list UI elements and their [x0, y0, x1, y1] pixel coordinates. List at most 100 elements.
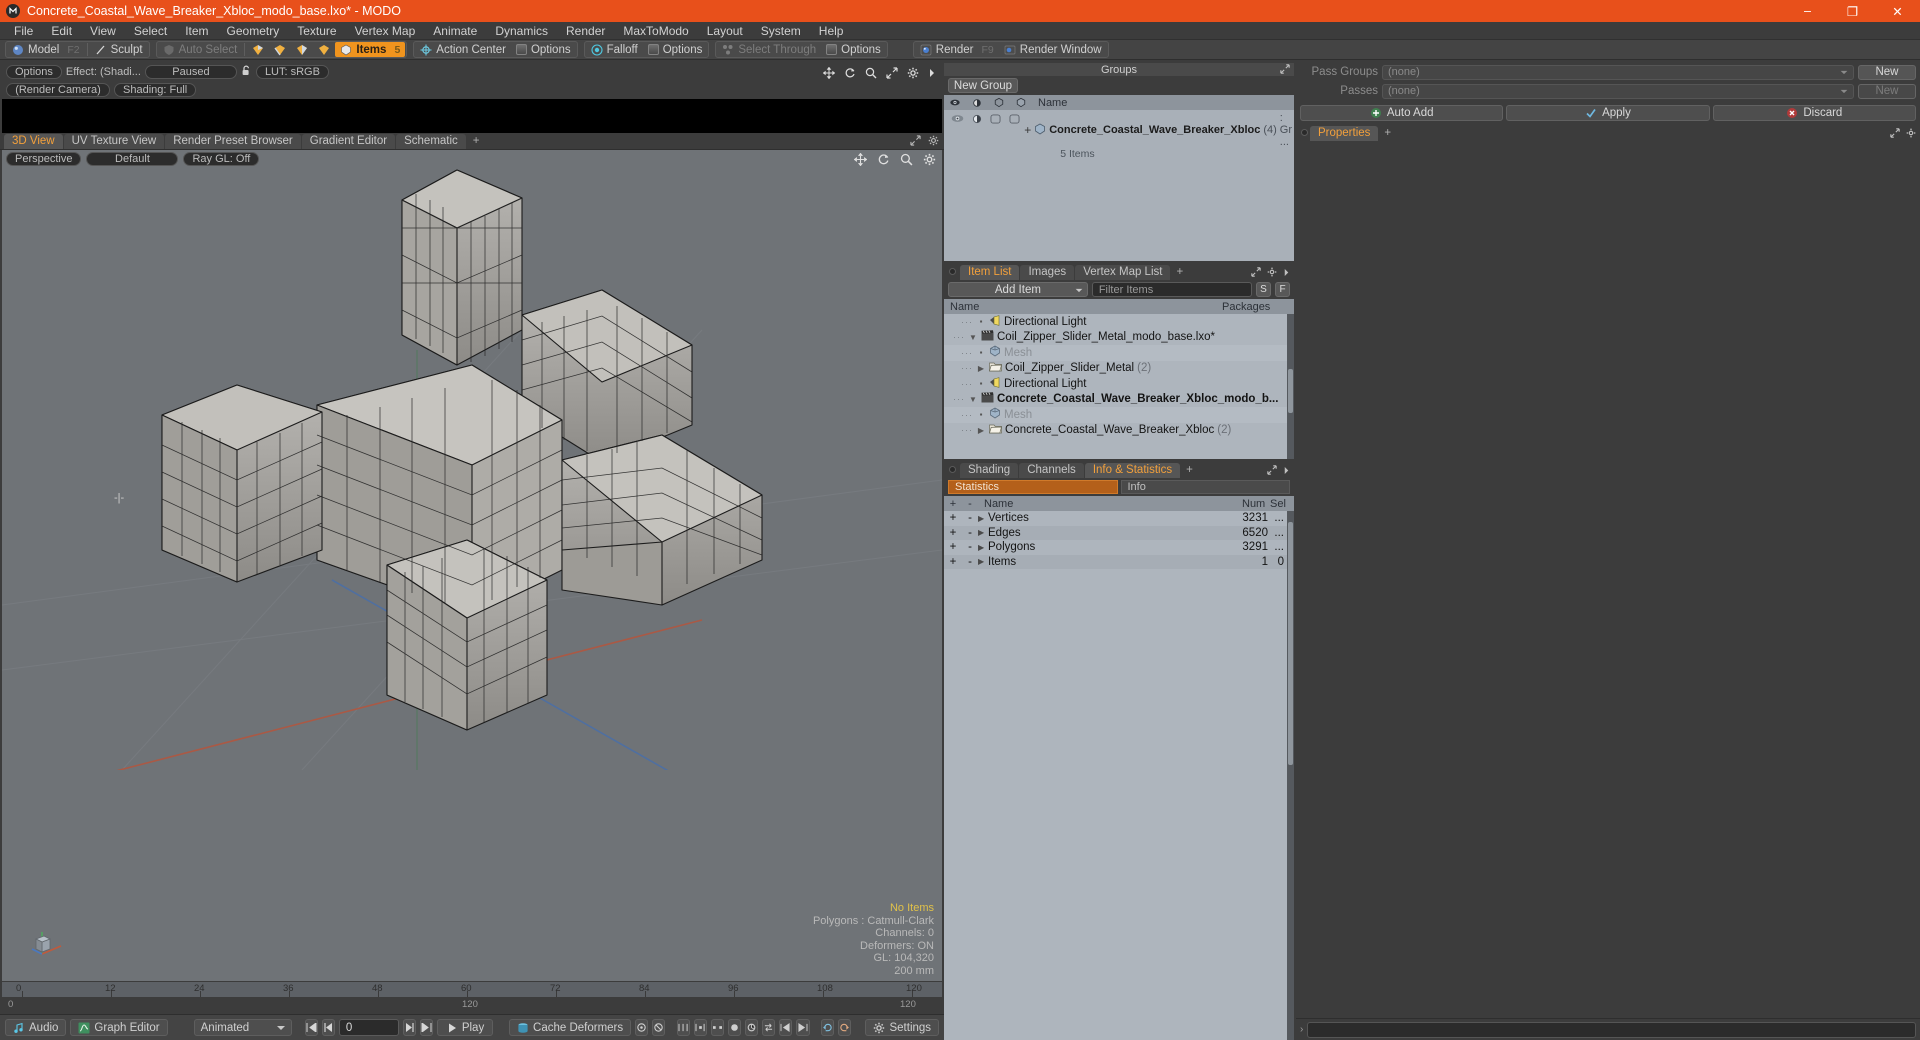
- menu-item-help[interactable]: Help: [810, 22, 853, 40]
- menu-item-system[interactable]: System: [752, 22, 810, 40]
- statistics-row[interactable]: + - ▶ Vertices 3231...: [944, 511, 1294, 526]
- stat-add-button[interactable]: +: [944, 541, 962, 553]
- fit-icon[interactable]: [886, 67, 898, 79]
- tab-channels[interactable]: Channels: [1019, 463, 1084, 478]
- go-to-start-button[interactable]: [304, 1019, 318, 1036]
- properties-body[interactable]: [1296, 141, 1920, 1018]
- stat-remove-button[interactable]: -: [962, 527, 978, 539]
- groups-row[interactable]: + Concrete_Coastal_Wave_Breaker_Xbloc (4):…: [944, 110, 1294, 160]
- menu-item-item[interactable]: Item: [176, 22, 217, 40]
- group-poly-toggle[interactable]: [986, 111, 1005, 124]
- statistics-tab-field[interactable]: Statistics: [948, 480, 1118, 494]
- filter-s-button[interactable]: S: [1256, 282, 1271, 297]
- autokey-button[interactable]: [745, 1019, 759, 1036]
- info-tab-field[interactable]: Info: [1120, 480, 1290, 494]
- key-delete-button[interactable]: [652, 1019, 666, 1036]
- range-end-button[interactable]: [796, 1019, 810, 1036]
- sculpt-mode-button[interactable]: Sculpt: [90, 42, 148, 57]
- menu-item-animate[interactable]: Animate: [424, 22, 486, 40]
- preview-effect-label[interactable]: Effect: (Shadi...: [66, 66, 141, 78]
- next-frame-button[interactable]: [402, 1019, 416, 1036]
- menu-item-edit[interactable]: Edit: [42, 22, 81, 40]
- item-list-row[interactable]: ··· ▼ Concrete_Coastal_Wave_Breaker_Xbloc_…: [944, 392, 1294, 408]
- tab-images[interactable]: Images: [1020, 265, 1075, 280]
- statistics-row[interactable]: + - ▶ Items 1 0: [944, 554, 1294, 569]
- filter-items-input[interactable]: Filter Items: [1091, 282, 1252, 297]
- tab-properties[interactable]: Properties: [1310, 126, 1379, 141]
- gear-icon[interactable]: [1906, 127, 1916, 141]
- discard-button[interactable]: Discard: [1712, 105, 1916, 121]
- tab-shading[interactable]: Shading: [960, 463, 1019, 478]
- stat-add-button[interactable]: +: [944, 556, 962, 568]
- pass-groups-dropdown[interactable]: (none): [1382, 64, 1854, 80]
- pan-icon[interactable]: [823, 67, 835, 79]
- shading-button[interactable]: Shading: Full: [114, 83, 197, 97]
- render-window-button[interactable]: Render Window: [999, 42, 1107, 57]
- new-group-button[interactable]: New Group: [948, 78, 1018, 93]
- group-expander[interactable]: +: [1024, 123, 1031, 137]
- tree-twisty[interactable]: ▼: [968, 333, 978, 342]
- add-item-button[interactable]: Add Item: [948, 282, 1088, 297]
- tab-add-button[interactable]: +: [1379, 126, 1396, 141]
- item-list-scrollbar[interactable]: [1287, 314, 1294, 459]
- menu-item-dynamics[interactable]: Dynamics: [486, 22, 557, 40]
- menu-item-texture[interactable]: Texture: [288, 22, 345, 40]
- statistics-row[interactable]: + - ▶ Edges 6520...: [944, 525, 1294, 540]
- play-button[interactable]: Play: [437, 1019, 494, 1036]
- menu-item-file[interactable]: File: [5, 22, 42, 40]
- panel-menu-dot-icon[interactable]: [949, 268, 956, 275]
- command-input[interactable]: [1307, 1021, 1916, 1038]
- statistics-row[interactable]: + - ▶ Polygons 3291...: [944, 540, 1294, 555]
- chevron-right-icon[interactable]: [928, 68, 936, 78]
- menu-item-layout[interactable]: Layout: [698, 22, 752, 40]
- item-list-row[interactable]: ··· ▪ Mesh: [944, 407, 1294, 423]
- vertex-mode-button[interactable]: [247, 42, 269, 57]
- preview-lut-button[interactable]: LUT: sRGB: [255, 65, 329, 79]
- preview-options-button[interactable]: Options: [6, 65, 62, 79]
- cache-deformers-button[interactable]: Cache Deformers: [509, 1019, 632, 1036]
- item-list-row[interactable]: ··· ▶ Coil_Zipper_Slider_Metal (2): [944, 361, 1294, 377]
- 3d-viewport[interactable]: Perspective Default Ray GL: Off No Items…: [2, 150, 942, 981]
- redo-button[interactable]: [838, 1019, 852, 1036]
- passes-dropdown[interactable]: (none): [1382, 83, 1854, 99]
- tab-item-list[interactable]: Item List: [960, 265, 1020, 280]
- zoom-icon[interactable]: [865, 67, 877, 79]
- apply-button[interactable]: Apply: [1506, 105, 1710, 121]
- animated-dropdown[interactable]: Animated: [193, 1019, 292, 1036]
- viewport-tab-3d-view[interactable]: 3D View: [4, 134, 63, 149]
- raygl-button[interactable]: Ray GL: Off: [183, 152, 260, 166]
- graph-editor-button[interactable]: Graph Editor: [70, 1019, 168, 1036]
- stat-add-button[interactable]: +: [944, 512, 962, 524]
- stat-remove-button[interactable]: -: [962, 541, 978, 553]
- model-mode-button[interactable]: Model F2: [7, 42, 85, 57]
- item-list-row[interactable]: ··· ▪ Directional Light: [944, 314, 1294, 330]
- default-button[interactable]: Default: [86, 152, 179, 166]
- timeline[interactable]: 0 12 24 36 48 60 72 84 96 108 120 0 120 120: [2, 982, 942, 1014]
- edge-mode-button[interactable]: [269, 42, 291, 57]
- rotate-icon[interactable]: [877, 153, 890, 169]
- statistics-body[interactable]: + - ▶ Vertices 3231... + - ▶ Edges 6520... + - ▶ Poly…: [944, 511, 1294, 1040]
- auto-select-button[interactable]: Auto Select: [158, 42, 243, 57]
- tab-vertex-map-list[interactable]: Vertex Map List: [1075, 265, 1171, 280]
- gear-icon[interactable]: [1267, 266, 1277, 280]
- panel-menu-dot-icon[interactable]: [949, 466, 956, 473]
- expand-icon[interactable]: [1267, 464, 1277, 478]
- undo-button[interactable]: [821, 1019, 835, 1036]
- tab-info-statistics[interactable]: Info & Statistics: [1084, 463, 1181, 478]
- tree-twisty[interactable]: ▪: [976, 410, 986, 419]
- go-to-end-button[interactable]: [419, 1019, 434, 1036]
- stat-remove-button[interactable]: -: [962, 512, 978, 524]
- lock-icon[interactable]: [241, 65, 252, 80]
- stat-twisty[interactable]: ▶: [978, 514, 988, 523]
- menu-item-view[interactable]: View: [81, 22, 125, 40]
- new-pass-button[interactable]: New: [1858, 83, 1916, 99]
- viewport-tab-gradient-editor[interactable]: Gradient Editor: [301, 134, 396, 149]
- polygon-mode-button[interactable]: [291, 42, 313, 57]
- command-chevron-icon[interactable]: ›: [1300, 1024, 1303, 1035]
- items-mode-button[interactable]: Items 5: [335, 42, 406, 57]
- stat-twisty[interactable]: ▶: [978, 528, 988, 537]
- viewport-tab-add-button[interactable]: +: [467, 134, 486, 149]
- expand-icon[interactable]: [1251, 266, 1261, 280]
- tree-twisty[interactable]: ▪: [976, 379, 986, 388]
- tree-twisty[interactable]: ▼: [968, 395, 978, 404]
